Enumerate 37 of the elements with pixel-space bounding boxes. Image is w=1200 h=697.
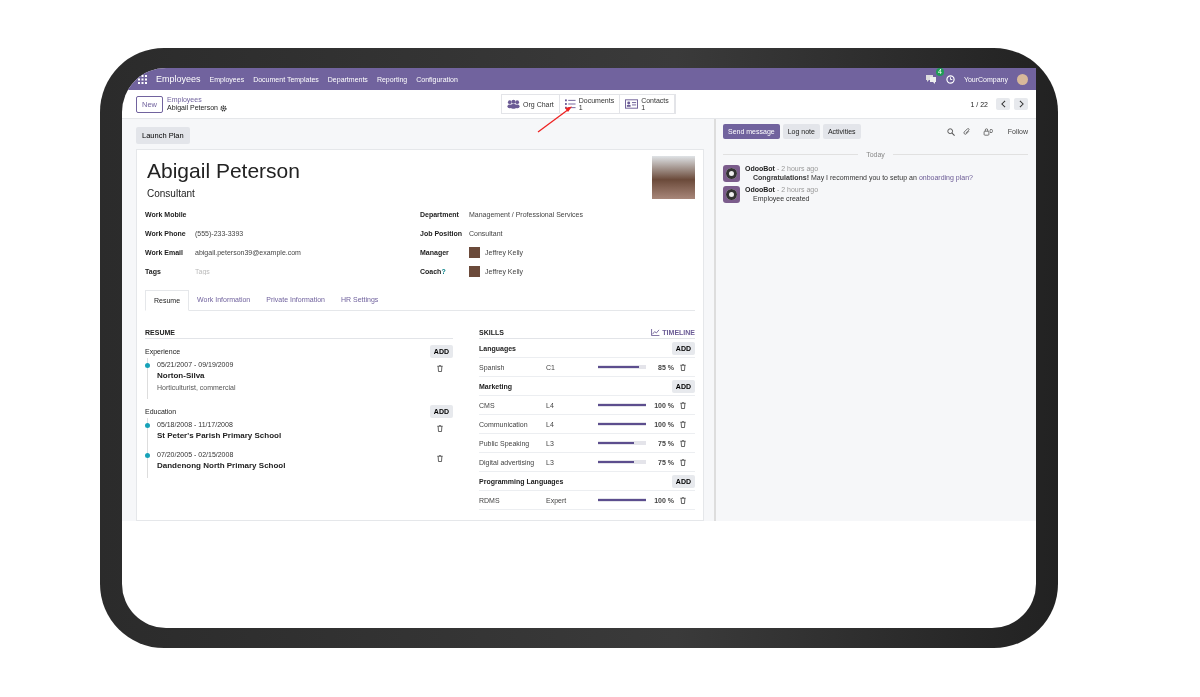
trash-icon[interactable] (680, 420, 686, 428)
previous-button[interactable] (996, 98, 1010, 110)
chat-icon[interactable] (924, 74, 937, 84)
resume-line-title[interactable]: Norton-Silva (157, 371, 437, 380)
trash-icon[interactable] (680, 458, 686, 466)
employee-name[interactable]: Abigail Peterson (147, 159, 300, 183)
trash-icon[interactable] (437, 425, 443, 432)
timeline-dot (145, 423, 150, 428)
clock-icon[interactable] (945, 74, 955, 84)
bot-avatar (723, 186, 740, 203)
search-icon[interactable] (946, 127, 955, 136)
trash-icon[interactable] (680, 496, 686, 504)
follower-icon[interactable] (982, 127, 990, 136)
trash-icon[interactable] (680, 363, 686, 371)
trash-icon[interactable] (680, 401, 686, 409)
line-chart-icon (651, 329, 661, 336)
gear-icon[interactable] (220, 104, 227, 112)
chevron-left-icon (1000, 100, 1006, 108)
job-title[interactable]: Consultant (147, 188, 300, 199)
contact-card-icon (625, 99, 639, 109)
people-icon (507, 99, 520, 109)
resume-line-title[interactable]: Dandenong North Primary School (157, 461, 437, 470)
paperclip-icon[interactable] (962, 127, 971, 136)
resume-line-title[interactable]: St Peter's Parish Primary School (157, 431, 437, 440)
photo-placeholder[interactable] (652, 156, 695, 199)
user-avatar[interactable] (1017, 73, 1028, 85)
annotation-arrow (537, 105, 573, 133)
next-button[interactable] (1014, 98, 1028, 110)
apps-grid-icon[interactable] (138, 74, 147, 84)
trash-icon[interactable] (437, 455, 443, 462)
timeline-dot (145, 363, 150, 368)
chevron-right-icon (1018, 100, 1024, 108)
app-title[interactable]: Employees (156, 74, 201, 84)
trash-icon[interactable] (437, 365, 443, 372)
bot-avatar (723, 165, 740, 182)
trash-icon[interactable] (680, 439, 686, 447)
timeline-dot (145, 453, 150, 458)
